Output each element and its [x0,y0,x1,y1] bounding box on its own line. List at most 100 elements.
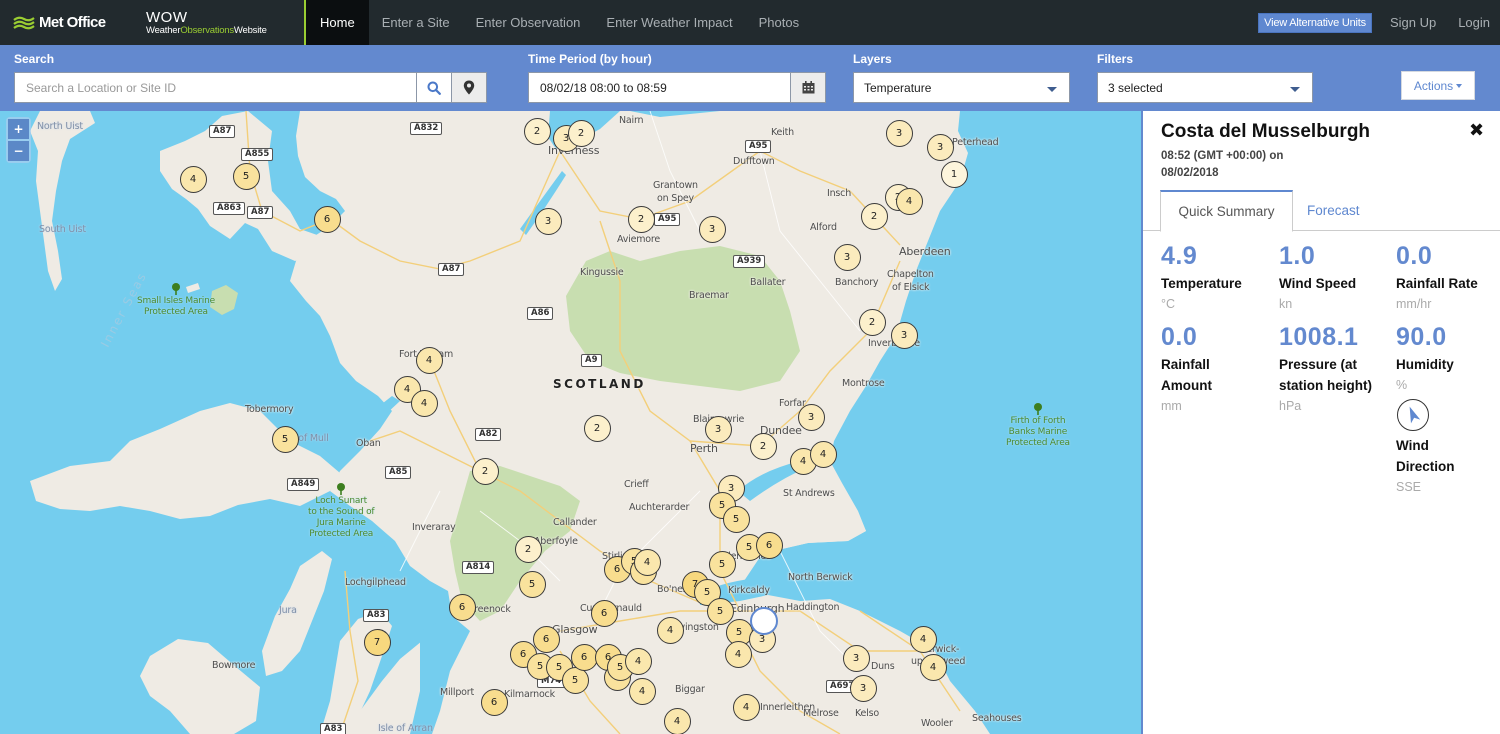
sign-up-link[interactable]: Sign Up [1390,15,1436,30]
observation-cluster-marker[interactable]: 4 [415,346,443,374]
observation-cluster-marker[interactable]: 4 [628,677,656,705]
observation-cluster-marker[interactable]: 4 [724,640,752,668]
place-label: Nairn [619,115,644,126]
place-label: Peterhead [952,137,999,148]
place-label: of Elsick [892,282,930,293]
mpa-label-line: Firth of Forth [1010,416,1066,426]
observation-cluster-marker[interactable]: 5 [706,597,734,625]
observation-cluster-marker[interactable]: 2 [749,432,777,460]
observation-cluster-marker[interactable]: 2 [471,457,499,485]
observation-cluster-marker[interactable]: 3 [534,207,562,235]
observation-cluster-marker[interactable]: 5 [232,162,260,190]
close-panel-button[interactable]: ✖ [1469,120,1484,141]
wow-sub-weather: Weather [146,24,181,36]
islay-island [140,639,260,734]
search-button[interactable] [416,72,452,103]
nav-item-enter-observation[interactable]: Enter Observation [463,0,594,45]
nav-item-enter-weather-impact[interactable]: Enter Weather Impact [593,0,745,45]
observation-cluster-marker[interactable]: 3 [890,321,918,349]
observation-cluster-marker[interactable]: 4 [179,165,207,193]
nav-item-home[interactable]: Home [306,0,369,45]
actions-button[interactable]: Actions [1401,71,1475,100]
observation-cluster-marker[interactable]: 1 [940,160,968,188]
tab-quick-summary[interactable]: Quick Summary [1160,190,1293,232]
observation-cluster-marker[interactable]: 3 [704,415,732,443]
observation-cluster-marker[interactable]: 7 [363,628,391,656]
observation-cluster-marker[interactable]: 3 [849,674,877,702]
place-label: Dufftown [733,156,775,167]
observation-cluster-marker[interactable]: 2 [514,535,542,563]
layers-select[interactable]: Temperature [853,72,1070,103]
observation-cluster-marker[interactable]: 5 [561,666,589,694]
observation-cluster-marker[interactable]: 3 [842,644,870,672]
filters-select[interactable]: 3 selected [1097,72,1313,103]
login-link[interactable]: Login [1458,15,1490,30]
marine-protected-area-label: Small Isles Marine Protected Area [137,296,215,318]
met-office-logo[interactable]: Met Office [0,0,140,45]
place-label: Melrose [803,708,839,719]
place-label: Biggar [675,684,705,695]
time-period-input[interactable]: 08/02/18 08:00 to 08:59 [528,72,791,103]
observation-cluster-marker[interactable]: 4 [624,647,652,675]
observation-cluster-marker[interactable]: 6 [448,593,476,621]
observation-cluster-marker[interactable]: 4 [909,625,937,653]
place-label: Kirkcaldy [728,585,770,596]
observation-cluster-marker[interactable]: 2 [567,119,595,147]
zoom-in-button[interactable]: + [8,119,29,139]
tab-forecast[interactable]: Forecast [1307,190,1360,231]
map-basemap [30,111,990,734]
metric-unit: mm/hr [1396,297,1432,311]
top-navbar: Met Office WOW WeatherObservationsWebsit… [0,0,1500,45]
observation-cluster-marker[interactable]: 6 [590,599,618,627]
observation-cluster-marker[interactable]: 3 [698,215,726,243]
observation-cluster-marker[interactable]: 6 [570,643,598,671]
observation-cluster-marker[interactable]: 2 [583,414,611,442]
metric-label: Rainfall Rate [1396,276,1478,291]
observation-cluster-marker[interactable]: 5 [518,570,546,598]
place-label: Keith [771,127,794,138]
place-label: Insch [827,188,852,199]
place-label: Callander [553,517,597,528]
metric-value: 1.0 [1279,242,1316,270]
observation-cluster-marker[interactable]: 4 [895,187,923,215]
observation-cluster-marker[interactable]: 5 [722,505,750,533]
nav-item-enter-a-site[interactable]: Enter a Site [369,0,463,45]
zoom-out-button[interactable]: − [8,141,29,161]
observation-cluster-marker[interactable]: 3 [885,119,913,147]
observation-cluster-marker[interactable]: 2 [523,117,551,145]
observation-cluster-marker[interactable]: 6 [755,531,783,559]
search-field [14,72,417,103]
observation-cluster-marker[interactable]: 2 [627,205,655,233]
observation-cluster-marker[interactable]: 4 [732,693,760,721]
observation-cluster-marker[interactable]: 6 [480,688,508,716]
observation-cluster-marker[interactable]: 6 [532,625,560,653]
calendar-button[interactable] [790,72,826,103]
selected-site-marker[interactable] [750,607,778,635]
metric-pressure: 1008.1 Pressure (at station height) hPa [1279,323,1384,416]
observation-cluster-marker[interactable]: 4 [809,440,837,468]
observation-cluster-marker[interactable]: 4 [656,616,684,644]
observation-cluster-marker[interactable]: 4 [633,548,661,576]
place-label: Seahouses [972,713,1022,724]
observation-cluster-marker[interactable]: 3 [926,133,954,161]
view-alternative-units-button[interactable]: View Alternative Units [1258,12,1372,33]
observation-cluster-marker[interactable]: 4 [410,389,438,417]
search-input[interactable] [15,73,416,102]
observation-cluster-marker[interactable]: 4 [919,653,947,681]
locate-button[interactable] [451,72,487,103]
filter-toolbar: Search Time Period (by hour) 08/02/18 08… [0,45,1500,111]
observation-cluster-marker[interactable]: 3 [833,243,861,271]
observation-cluster-marker[interactable]: 3 [797,403,825,431]
observation-cluster-marker[interactable]: 2 [860,202,888,230]
observation-cluster-marker[interactable]: 5 [708,550,736,578]
observation-map[interactable]: + − North Uist South Uist Nairn Inverness Ke… [0,111,1141,734]
observation-cluster-marker[interactable]: 2 [858,308,886,336]
observation-cluster-marker[interactable]: 6 [313,205,341,233]
metric-label: Humidity [1396,357,1454,372]
observation-cluster-marker[interactable]: 4 [663,707,691,734]
nav-item-photos[interactable]: Photos [746,0,812,45]
metric-rainfall-amount: 0.0 Rainfall Amount mm [1161,323,1261,416]
wow-logo[interactable]: WOW WeatherObservationsWebsite [140,0,306,45]
observation-cluster-marker[interactable]: 5 [271,425,299,453]
road-shield: A95 [745,140,772,153]
